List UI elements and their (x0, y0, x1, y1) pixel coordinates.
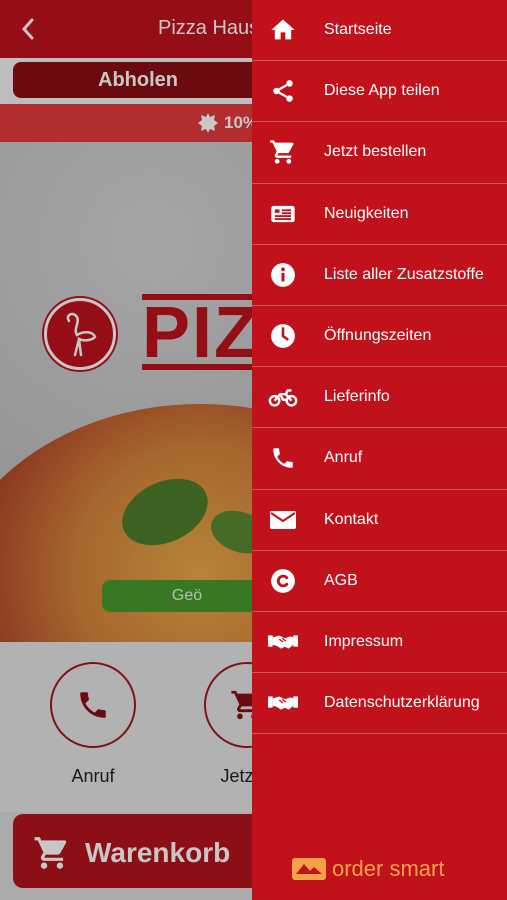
copyright-icon (268, 566, 298, 596)
menu-label: AGB (324, 571, 358, 589)
menu-item-delivery-info[interactable]: Lieferinfo (252, 367, 507, 429)
menu-label: Liste aller Zusatzstoffe (324, 265, 484, 283)
home-icon (268, 15, 298, 45)
cart-icon (268, 137, 298, 167)
clock-icon (268, 321, 298, 351)
menu-label: Lieferinfo (324, 388, 390, 406)
brand-text: order smart (332, 856, 445, 881)
order-smart-logo-icon (292, 858, 326, 880)
menu-item-call[interactable]: Anruf (252, 428, 507, 490)
menu-item-contact[interactable]: Kontakt (252, 490, 507, 551)
menu-label: Neuigkeiten (324, 204, 409, 222)
motorbike-icon (268, 382, 298, 412)
menu-label: Impressum (324, 632, 404, 650)
menu-item-terms[interactable]: AGB (252, 551, 507, 612)
menu-label: Öffnungszeiten (324, 327, 432, 345)
drawer-menu: Startseite Diese App teilen Jetzt bestel… (252, 0, 507, 735)
order-smart-logo: order smart (292, 856, 444, 882)
menu-item-news[interactable]: Neuigkeiten (252, 184, 507, 245)
mail-icon (268, 505, 298, 535)
menu-label: Diese App teilen (324, 82, 440, 100)
menu-label: Startseite (324, 21, 392, 39)
handshake-icon (268, 688, 298, 718)
menu-label: Anruf (324, 449, 363, 467)
navigation-drawer: Startseite Diese App teilen Jetzt bestel… (252, 0, 507, 900)
phone-icon (268, 443, 298, 473)
menu-item-imprint[interactable]: Impressum (252, 612, 507, 674)
menu-label: Datenschutzerklärung (324, 694, 480, 712)
menu-item-opening-hours[interactable]: Öffnungszeiten (252, 306, 507, 368)
menu-item-startseite[interactable]: Startseite (252, 0, 507, 62)
share-icon (268, 76, 298, 106)
menu-item-order[interactable]: Jetzt bestellen (252, 122, 507, 184)
menu-item-additives[interactable]: Liste aller Zusatzstoffe (252, 245, 507, 306)
menu-item-share[interactable]: Diese App teilen (252, 61, 507, 123)
news-icon (268, 199, 298, 229)
menu-label: Jetzt bestellen (324, 143, 427, 161)
handshake-icon (268, 627, 298, 657)
menu-label: Kontakt (324, 510, 379, 528)
menu-item-privacy[interactable]: Datenschutzerklärung (252, 673, 507, 735)
info-icon (268, 260, 298, 290)
